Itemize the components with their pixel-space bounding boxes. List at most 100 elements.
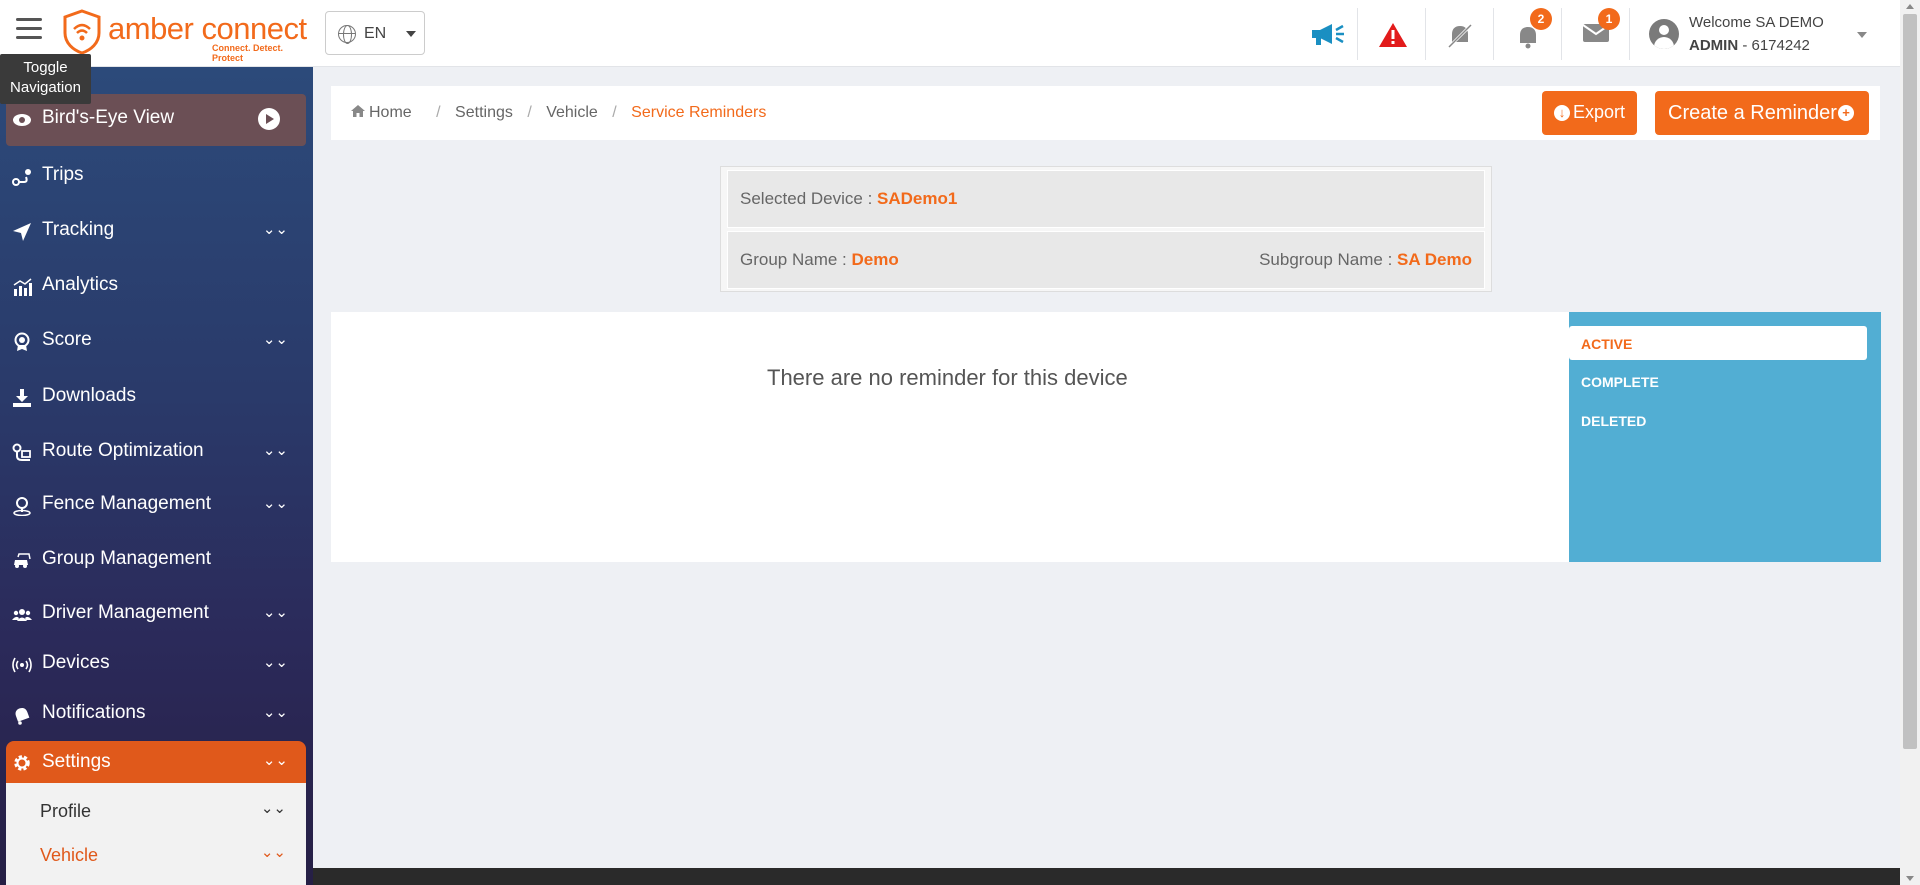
sidebar-item-route-optimization[interactable]: Route Optimization ⌄⌄ [6,427,306,477]
sidebar-item-label: Group Management [42,548,211,569]
toggle-navigation-tooltip: Toggle Navigation [0,54,91,104]
brand-tagline: Connect. Detect. Protect [212,43,284,63]
tab-complete[interactable]: COMPLETE [1569,364,1867,398]
sidebar-item-label: Driver Management [42,602,209,623]
sidebar-item-trips[interactable]: Trips [6,151,306,201]
sidebar-item-downloads[interactable]: Downloads [6,372,306,422]
chevron-double-down-icon: ⌄⌄ [262,752,288,769]
breadcrumb-home-label: Home [369,104,412,121]
reminders-panel: There are no reminder for this device AC… [331,312,1881,562]
announcement-button[interactable] [1290,8,1358,60]
messages-button[interactable]: 1 [1562,8,1630,60]
scroll-up-arrow-icon[interactable] [1906,4,1914,9]
alert-button[interactable] [1358,8,1426,60]
brand-name: amber connect [108,11,307,46]
globe-icon [338,25,356,44]
sidebar-item-fence-management[interactable]: Fence Management ⌄⌄ [6,480,306,530]
route-icon [12,169,31,186]
plus-circle-icon: + [1838,105,1854,121]
sidebar-item-group-management[interactable]: Group Management [6,535,306,585]
chevron-double-down-icon: ⌄⌄ [262,442,288,459]
group-name-label: Group Name : [740,250,852,269]
subgroup-name: Subgroup Name : SA Demo [1259,250,1472,270]
warning-icon [1379,23,1407,47]
breadcrumb-separator: / [527,104,532,121]
location-arrow-icon [13,223,31,241]
selected-device: Selected Device : SADemo1 [740,189,957,209]
submenu-item-profile[interactable]: Profile ⌄⌄ [6,789,306,833]
caret-down-icon [1857,32,1867,38]
notification-count-badge: 2 [1530,8,1552,30]
notifications-button[interactable]: 2 [1494,8,1562,60]
scrollbar-thumb[interactable] [1903,14,1917,749]
users-icon [12,609,32,621]
chevron-double-down-icon: ⌄⌄ [262,221,288,238]
sidebar-item-tracking[interactable]: Tracking ⌄⌄ [6,206,306,256]
car-group-icon [14,553,31,568]
page-scrollbar[interactable] [1900,0,1920,885]
group-row: Group Name : Demo Subgroup Name : SA Dem… [727,231,1485,289]
eye-icon [13,114,31,126]
user-welcome: Welcome SA DEMO [1689,14,1824,31]
breadcrumb-bar: Home / Settings / Vehicle / Service Remi… [331,86,1880,140]
export-button[interactable]: ↓ Export [1542,91,1637,135]
chevron-double-down-icon: ⌄⌄ [262,654,288,671]
breadcrumb-current: Service Reminders [631,104,767,121]
footer-strip [313,868,1900,885]
scroll-down-arrow-icon[interactable] [1906,876,1914,881]
group-name: Group Name : Demo [740,250,899,270]
sidebar-item-label: Fence Management [42,493,211,514]
brand-logo[interactable]: amber connect Connect. Detect. Protect [62,9,312,63]
award-icon [14,332,30,351]
subgroup-name-label: Subgroup Name : [1259,250,1398,269]
settings-submenu: Profile ⌄⌄ Vehicle ⌄⌄ [6,783,306,885]
sidebar-item-devices[interactable]: Devices ⌄⌄ [6,639,306,689]
sidebar-item-label: Route Optimization [42,440,204,461]
sidebar-item-label: Downloads [42,385,136,406]
user-role-line: ADMIN - 6174242 [1689,37,1810,54]
chevron-double-down-icon: ⌄⌄ [262,604,288,621]
breadcrumb-vehicle[interactable]: Vehicle [546,104,598,121]
tab-label: DELETED [1581,413,1647,429]
breadcrumb-home[interactable]: Home [351,104,422,121]
breadcrumb-separator: / [436,104,441,121]
sidebar-item-label: Notifications [42,702,146,723]
sidebar-item-driver-management[interactable]: Driver Management ⌄⌄ [6,589,306,639]
user-menu[interactable]: Welcome SA DEMO ADMIN - 6174242 [1645,8,1895,60]
map-pin-icon [13,497,31,516]
sidebar-item-analytics[interactable]: Analytics [6,261,306,311]
submenu-item-vehicle[interactable]: Vehicle ⌄⌄ [6,833,306,877]
sidebar-item-score[interactable]: Score ⌄⌄ [6,316,306,366]
sidebar-item-label: Score [42,329,92,350]
sidebar-item-label: Trips [42,164,84,185]
route-map-icon [12,443,31,461]
chevron-double-down-icon: ⌄⌄ [260,800,286,817]
sidebar-item-settings[interactable]: Settings ⌄⌄ [6,741,306,783]
hamburger-menu-icon[interactable] [16,18,42,42]
message-count-badge: 1 [1598,8,1620,30]
tab-deleted[interactable]: DELETED [1569,403,1867,437]
avatar [1649,19,1679,49]
download-icon [13,389,31,407]
tab-active[interactable]: ACTIVE [1569,326,1867,360]
sidebar-item-notifications[interactable]: Notifications ⌄⌄ [6,689,306,739]
language-selector[interactable]: EN [325,11,425,55]
create-reminder-label: Create a Reminder [1668,102,1837,124]
breadcrumb-settings[interactable]: Settings [455,104,513,121]
bell-icon [15,707,30,725]
group-name-value: Demo [851,250,899,269]
create-reminder-button[interactable]: Create a Reminder + [1655,91,1869,135]
megaphone-icon [1312,24,1344,45]
chevron-double-down-icon: ⌄⌄ [262,704,288,721]
subgroup-name-value: SA Demo [1397,250,1472,269]
download-circle-icon: ↓ [1554,105,1570,121]
breadcrumb-separator: / [612,104,617,121]
mute-button[interactable] [1426,8,1494,60]
chart-icon [13,278,32,296]
sidebar-item-label: Settings [42,751,111,772]
play-icon[interactable] [258,108,280,130]
user-role: ADMIN [1689,37,1739,54]
user-id: - 6174242 [1738,37,1810,54]
language-code: EN [364,25,387,42]
sidebar-item-label: Bird's-Eye View [42,107,175,128]
